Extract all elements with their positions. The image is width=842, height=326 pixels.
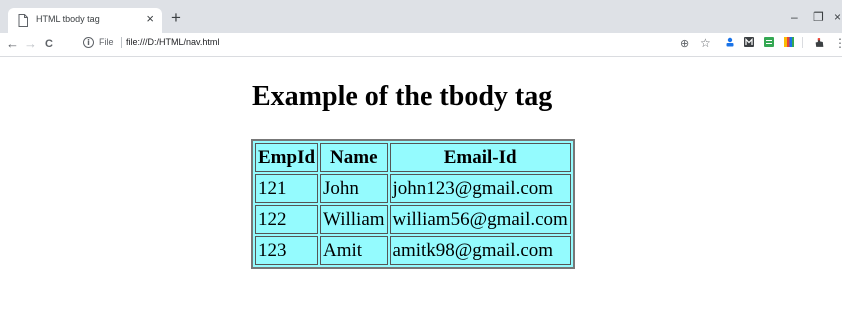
hand-extension-icon[interactable] [814, 37, 825, 48]
table-row: 122 William william56@gmail.com [255, 205, 571, 234]
page-icon [18, 14, 28, 27]
table-cell: 122 [255, 205, 319, 234]
green-extension-icon[interactable] [764, 37, 774, 47]
table-row: 121 John john123@gmail.com [255, 174, 571, 203]
tab-close-icon[interactable]: × [146, 12, 154, 26]
colorbar-extension-icon[interactable] [784, 37, 794, 47]
close-window-icon[interactable]: × [834, 11, 841, 23]
new-tab-icon[interactable]: + [171, 9, 181, 26]
back-icon[interactable]: ← [6, 36, 19, 51]
column-header: Email-Id [389, 143, 571, 172]
table-cell: amitk98@gmail.com [389, 236, 571, 265]
person-extension-icon[interactable] [725, 37, 735, 47]
column-header: EmpId [255, 143, 319, 172]
scheme-label: File [99, 37, 114, 47]
employee-table: EmpId Name Email-Id 121 John john123@gma… [251, 139, 575, 269]
url-text[interactable]: file:///D:/HTML/nav.html [126, 37, 219, 47]
toolbar-separator [802, 37, 803, 48]
table-cell: william56@gmail.com [389, 205, 571, 234]
column-header: Name [320, 143, 388, 172]
tab-title: HTML tbody tag [36, 14, 100, 24]
menu-icon[interactable]: ⋮ [834, 36, 842, 51]
reload-icon[interactable]: C [45, 37, 53, 52]
page-viewport: Example of the tbody tag EmpId Name Emai… [0, 57, 842, 326]
info-icon[interactable]: i [83, 37, 94, 48]
table-cell: 123 [255, 236, 319, 265]
table-cell: John [320, 174, 388, 203]
forward-icon[interactable]: → [24, 36, 37, 51]
tab-html-tbody[interactable]: HTML tbody tag × [8, 8, 162, 33]
browser-window: HTML tbody tag × + – ❐ × ← → C i File fi… [0, 0, 842, 326]
minimize-icon[interactable]: – [791, 11, 798, 23]
address-bar[interactable]: i File file:///D:/HTML/nav.html [83, 36, 683, 52]
address-separator [121, 37, 122, 48]
table-cell: john123@gmail.com [389, 174, 571, 203]
table-header-row: EmpId Name Email-Id [255, 143, 571, 172]
page-heading: Example of the tbody tag [252, 81, 553, 112]
bookmark-star-icon[interactable]: ☆ [700, 36, 711, 51]
table-row: 123 Amit amitk98@gmail.com [255, 236, 571, 265]
zoom-icon[interactable]: ⊕ [680, 37, 689, 52]
tab-strip: HTML tbody tag × + – ❐ × [0, 0, 842, 33]
restore-icon[interactable]: ❐ [813, 11, 824, 23]
table-cell: William [320, 205, 388, 234]
table-cell: 121 [255, 174, 319, 203]
browser-toolbar: ← → C i File file:///D:/HTML/nav.html ⊕ … [0, 33, 842, 57]
m-extension-icon[interactable] [744, 37, 754, 47]
table-cell: Amit [320, 236, 388, 265]
